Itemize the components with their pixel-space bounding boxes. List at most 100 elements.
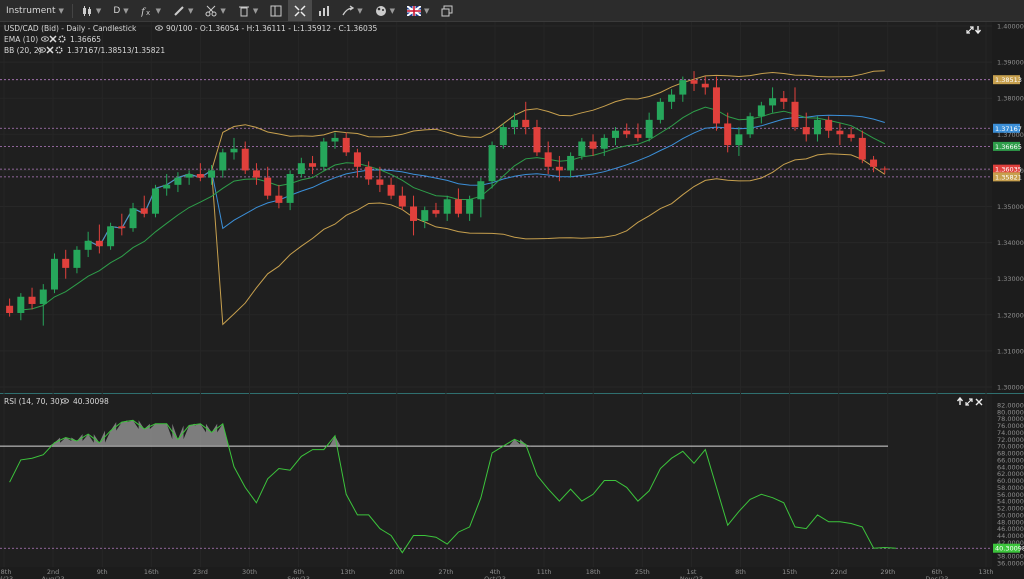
candle-body <box>219 152 227 171</box>
candle-body <box>196 174 204 178</box>
rsi-pane[interactable] <box>0 394 992 567</box>
crosshair-button[interactable] <box>288 0 313 21</box>
candle-body <box>679 80 687 95</box>
arrow-tool-button[interactable]: ▼ <box>336 0 368 21</box>
price-tag-label: 1.37167 <box>995 125 1022 133</box>
toolbar-divider <box>71 3 73 18</box>
candle-body <box>140 208 148 214</box>
candle-body <box>477 181 485 200</box>
candle-body <box>185 174 193 178</box>
candle-body <box>555 166 563 171</box>
date-tick-label: 15th <box>782 568 797 576</box>
candle-body <box>589 141 597 149</box>
chevron-down-icon: ▼ <box>95 6 102 15</box>
chevron-down-icon: ▼ <box>155 6 162 15</box>
candle-body <box>286 174 294 203</box>
candle-body <box>118 226 126 229</box>
indicators-button[interactable]: fx ▼ <box>135 0 167 21</box>
candle-body <box>252 170 260 178</box>
chevron-down-icon: ▼ <box>389 6 395 15</box>
date-tick-label: 29th <box>880 568 895 576</box>
theme-button[interactable]: ▼ <box>369 0 401 21</box>
candle-body <box>858 137 866 160</box>
date-tick-sublabel: Sep/23 <box>287 575 310 579</box>
layout-icon <box>270 5 282 16</box>
candle-body <box>163 184 171 189</box>
instrument-label: Instrument <box>6 5 56 16</box>
ema-label: EMA (10) <box>4 35 38 44</box>
language-button[interactable]: ▼ <box>401 0 435 21</box>
popout-button[interactable] <box>435 0 459 21</box>
date-tick-label: 25th <box>635 568 650 576</box>
date-tick-sublabel: Oct/23 <box>484 575 506 579</box>
candle-body <box>466 199 474 214</box>
date-tick-label: 23rd <box>193 568 208 576</box>
candle-body <box>511 119 519 128</box>
candle-body <box>813 119 821 135</box>
date-tick-sublabel: Dec/23 <box>925 575 948 579</box>
flag-icon <box>406 5 421 16</box>
candle-body <box>847 134 855 138</box>
rsi-value: 40.30098 <box>73 397 109 406</box>
chart-stage[interactable]: 1.400001.390001.380001.370001.360001.350… <box>0 22 1024 579</box>
svg-text:x: x <box>146 9 150 17</box>
candle-body <box>769 98 777 106</box>
candle-body <box>320 141 328 167</box>
date-tick-label: 20th <box>389 568 404 576</box>
candle-body <box>432 210 440 214</box>
top-toolbar: Instrument ▼ ▼ D ▼ fx ▼ ▼ ▼ ▼ ▼ ▼ ▼ <box>0 0 1024 22</box>
chevron-down-icon: ▼ <box>58 6 64 15</box>
ohlc-readout: 90/100 - O:1.36054 - H:1.36111 - L:1.359… <box>166 24 378 33</box>
rsi-tick-label: 36.00000 <box>997 560 1024 568</box>
timeframe-label: D <box>113 5 121 16</box>
candle-body <box>241 148 249 171</box>
candle-body <box>342 137 350 153</box>
candle-body <box>264 177 272 196</box>
candle-body <box>690 80 698 84</box>
price-tick-label: 1.39000 <box>997 59 1024 67</box>
date-tick-label: 16th <box>144 568 159 576</box>
candle-body <box>656 101 664 120</box>
price-tick-label: 1.34000 <box>997 239 1024 247</box>
layout-button[interactable] <box>264 0 288 21</box>
chevron-down-icon: ▼ <box>188 6 194 15</box>
date-tick-sublabel: Jul/23 <box>0 575 13 579</box>
candle-body <box>780 98 788 102</box>
candle-body <box>208 170 216 178</box>
date-tick-sublabel: Nov/23 <box>680 575 703 579</box>
candle-body <box>881 168 889 170</box>
candle-body <box>230 148 238 153</box>
chart-type-button[interactable]: ▼ <box>75 0 107 21</box>
candle-body <box>578 141 586 156</box>
candle-body <box>331 137 339 142</box>
scissors-button[interactable]: ▼ <box>199 0 231 21</box>
price-tag-label: 1.38513 <box>995 76 1022 84</box>
chevron-down-icon: ▼ <box>220 6 226 15</box>
bar-chart-button[interactable] <box>312 0 336 21</box>
candle-body <box>499 127 507 146</box>
candle-body <box>6 305 14 313</box>
candle-body <box>802 127 810 135</box>
candle-body <box>95 240 103 247</box>
instrument-dropdown[interactable]: Instrument ▼ <box>0 0 70 21</box>
arrow-tool-icon <box>342 4 355 15</box>
candle-body <box>544 152 552 167</box>
delete-button[interactable]: ▼ <box>232 0 264 21</box>
candle-body <box>701 83 709 88</box>
chevron-down-icon: ▼ <box>252 6 259 15</box>
candle-body <box>600 137 608 149</box>
candle-body <box>836 130 844 135</box>
date-tick-label: 11th <box>537 568 552 576</box>
candle-body <box>757 105 765 117</box>
price-pane[interactable] <box>0 22 992 393</box>
bar-chart-icon <box>319 5 330 16</box>
timeframe-dropdown[interactable]: D ▼ <box>107 0 134 21</box>
candle-body <box>645 119 653 138</box>
scissors-icon <box>205 5 217 16</box>
candle-body <box>724 123 732 146</box>
window-icon <box>441 5 453 16</box>
candle-body <box>791 101 799 128</box>
drawing-tools-button[interactable]: ▼ <box>167 0 199 21</box>
pencil-icon <box>174 5 184 16</box>
price-tick-label: 1.32000 <box>997 311 1024 319</box>
